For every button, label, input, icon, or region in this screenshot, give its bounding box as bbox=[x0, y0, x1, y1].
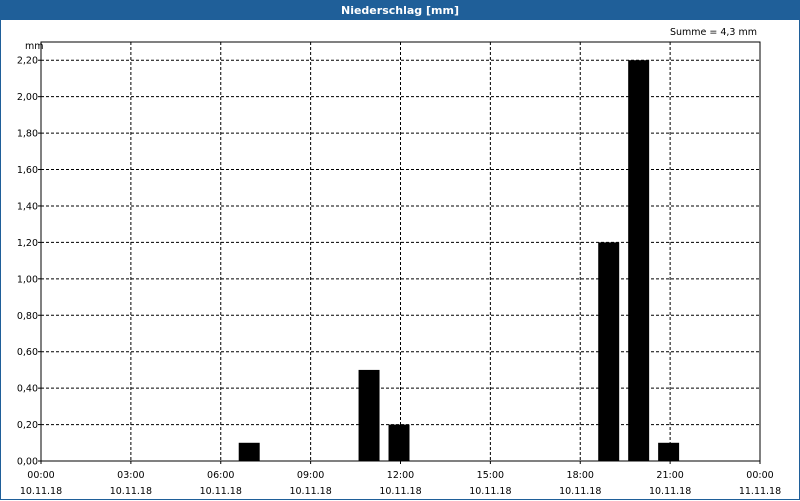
precipitation-bar bbox=[628, 60, 650, 461]
precipitation-bar bbox=[658, 442, 680, 461]
x-tick-date-label: 10.11.18 bbox=[379, 486, 421, 497]
y-axis-ticks: 0,00 0,20 0,40 0,60 0,80 1,00 1,20 1,40 1,60 1,80… bbox=[17, 56, 41, 468]
x-tick-date-label: 10.11.18 bbox=[289, 486, 331, 497]
y-tick-label: 0,00 bbox=[17, 457, 38, 468]
y-tick-label: 0,60 bbox=[17, 347, 38, 358]
x-tick-date-label: 10.11.18 bbox=[110, 486, 152, 497]
y-tick-label: 1,00 bbox=[17, 274, 38, 285]
x-tick-time-label: 00:00 bbox=[27, 470, 54, 481]
x-tick-time-label: 06:00 bbox=[207, 470, 234, 481]
y-tick-label: 0,40 bbox=[17, 384, 38, 395]
x-tick-time-label: 12:00 bbox=[387, 470, 414, 481]
y-tick-label: 1,80 bbox=[17, 129, 38, 140]
y-tick-label: 1,60 bbox=[17, 165, 38, 176]
x-tick-date-label: 10.11.18 bbox=[559, 486, 601, 497]
precipitation-bar bbox=[388, 424, 410, 461]
x-tick-date-label: 10.11.18 bbox=[649, 486, 691, 497]
chart-window: Niederschlag [mm] mm Summe = 4,3 mm 0,00… bbox=[0, 0, 800, 500]
bar-series bbox=[238, 60, 680, 461]
precipitation-bar bbox=[598, 242, 620, 461]
y-tick-label: 2,00 bbox=[17, 92, 38, 103]
y-tick-label: 1,20 bbox=[17, 238, 38, 249]
precipitation-bar bbox=[358, 369, 380, 461]
x-tick-time-label: 21:00 bbox=[656, 470, 683, 481]
y-tick-label: 0,20 bbox=[17, 420, 38, 431]
x-tick-time-label: 15:00 bbox=[477, 470, 504, 481]
x-tick-date-label: 10.11.18 bbox=[20, 486, 62, 497]
x-tick-time-label: 09:00 bbox=[297, 470, 324, 481]
x-tick-date-label: 10.11.18 bbox=[200, 486, 242, 497]
x-tick-date-label: 11.11.18 bbox=[739, 486, 781, 497]
y-tick-label: 2,20 bbox=[17, 56, 38, 67]
x-tick-time-label: 00:00 bbox=[746, 470, 773, 481]
x-tick-time-label: 03:00 bbox=[117, 470, 144, 481]
precipitation-bar bbox=[238, 442, 260, 461]
x-tick-date-label: 10.11.18 bbox=[469, 486, 511, 497]
y-tick-label: 0,80 bbox=[17, 311, 38, 322]
precipitation-chart: mm Summe = 4,3 mm 0,000,200,400,600,801,… bbox=[17, 27, 781, 497]
x-tick-time-label: 18:00 bbox=[567, 470, 594, 481]
x-axis-ticks: 00:00 10.11.18 03:00 10.11.18 06:00 10.11.18 0… bbox=[20, 461, 781, 497]
y-tick-label: 1,40 bbox=[17, 201, 38, 212]
sum-label: Summe = 4,3 mm bbox=[670, 27, 757, 38]
grid-lines bbox=[41, 42, 760, 461]
